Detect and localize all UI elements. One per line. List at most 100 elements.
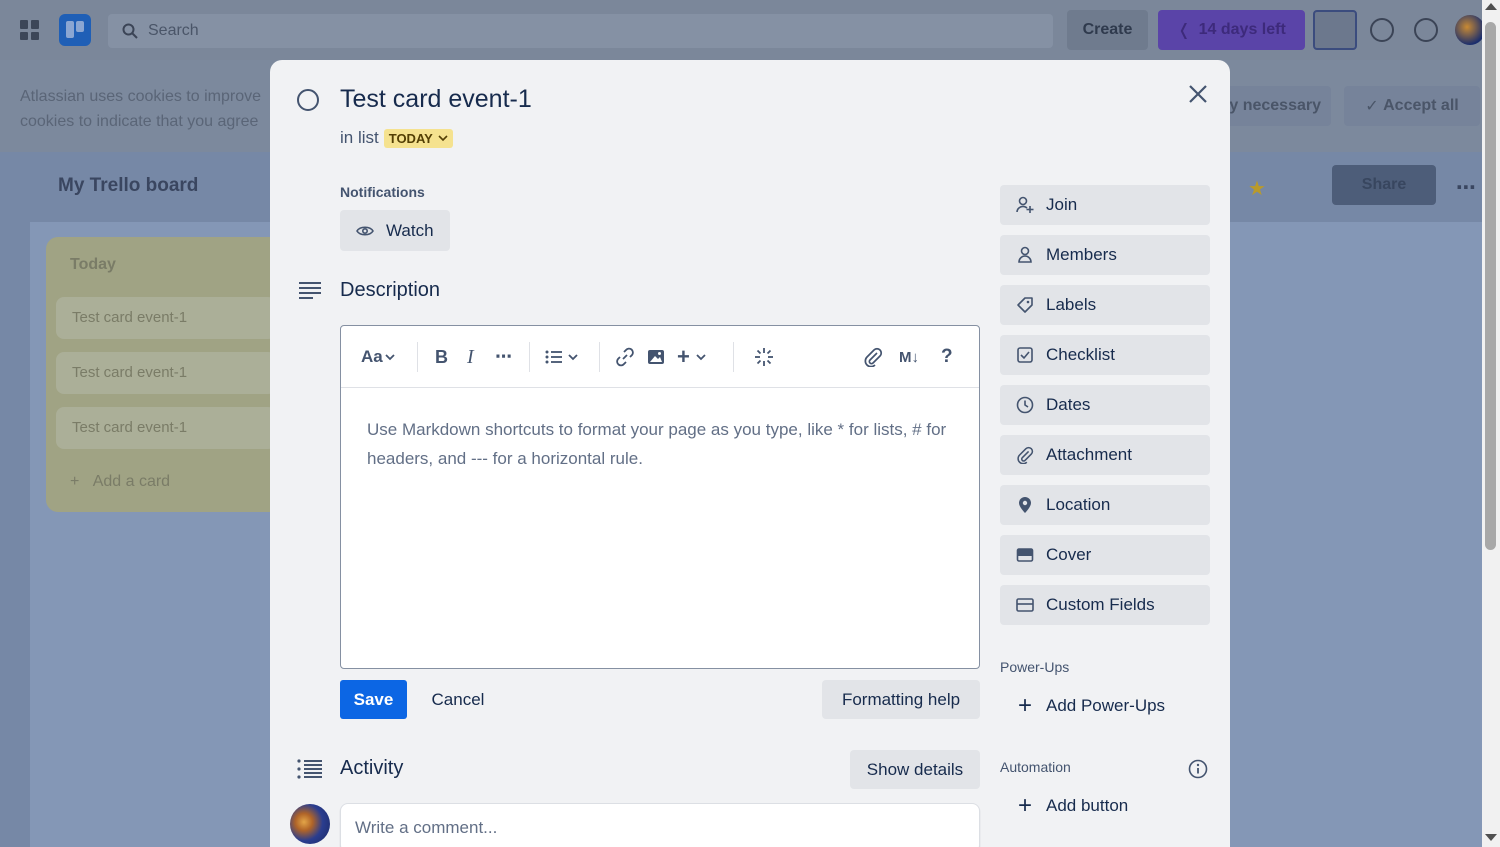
add-power-ups-label: Add Power-Ups xyxy=(1046,696,1166,715)
comment-input[interactable]: Write a comment... xyxy=(340,803,980,847)
plus-icon: + xyxy=(677,344,690,369)
description-editor[interactable]: Aa B I ⋯ + M↓ ? Use Markdown shortcuts t… xyxy=(340,325,980,669)
toolbar-separator xyxy=(417,342,418,372)
announcements-button[interactable] xyxy=(1313,10,1357,50)
add-card-label: Add a card xyxy=(92,473,171,490)
close-button[interactable] xyxy=(1180,76,1216,112)
notifications-icon[interactable] xyxy=(1370,18,1394,42)
text-style-label: Aa xyxy=(361,347,383,366)
list-card[interactable]: Test card event-1 xyxy=(56,407,276,449)
list-card[interactable]: Test card event-1 xyxy=(56,297,276,339)
labels-button[interactable]: Labels xyxy=(1000,285,1210,325)
clock-icon xyxy=(1016,396,1034,414)
text-style-dropdown[interactable]: Aa xyxy=(361,344,395,370)
list-title[interactable]: Today xyxy=(70,256,116,274)
attachment-label: Attachment xyxy=(1046,445,1132,464)
automation-label: Automation xyxy=(1000,759,1071,775)
attachment-button[interactable]: Attachment xyxy=(1000,435,1210,475)
board-title[interactable]: My Trello board xyxy=(58,175,198,197)
close-icon xyxy=(1189,85,1207,103)
formatting-help-button[interactable]: Formatting help xyxy=(822,680,980,719)
custom-fields-button[interactable]: Custom Fields xyxy=(1000,585,1210,625)
toolbar-separator xyxy=(599,342,600,372)
scrollbar-thumb[interactable] xyxy=(1485,22,1496,550)
notifications-label: Notifications xyxy=(340,184,425,200)
cancel-button[interactable]: Cancel xyxy=(418,680,498,719)
members-button[interactable]: Members xyxy=(1000,235,1210,275)
location-button[interactable]: Location xyxy=(1000,485,1210,525)
search-placeholder: Search xyxy=(148,22,199,39)
card-complete-toggle[interactable] xyxy=(297,89,319,111)
scroll-up-arrow-icon[interactable] xyxy=(1485,3,1497,10)
trello-logo[interactable] xyxy=(59,14,91,46)
add-power-ups-button[interactable]: + Add Power-Ups xyxy=(1000,686,1210,726)
custom-fields-icon xyxy=(1016,596,1034,614)
cookie-text-line2: cookies to indicate that you agree xyxy=(20,113,259,130)
account-avatar[interactable] xyxy=(1455,15,1485,45)
cover-button[interactable]: Cover xyxy=(1000,535,1210,575)
eye-icon xyxy=(356,225,374,236)
dates-label: Dates xyxy=(1046,395,1091,414)
list-card[interactable]: Test card event-1 xyxy=(56,352,276,394)
add-button-button[interactable]: + Add button xyxy=(1000,786,1210,826)
help-question-icon[interactable]: ? xyxy=(941,344,953,370)
create-button[interactable]: Create xyxy=(1067,10,1148,50)
bullet-list-icon xyxy=(545,350,562,364)
paperclip-icon xyxy=(1016,446,1034,464)
cookie-accept-all-button[interactable]: ✓ Accept all xyxy=(1344,86,1480,126)
list-name-badge[interactable]: TODAY xyxy=(383,128,453,148)
board-menu-icon[interactable]: ⋯ xyxy=(1456,175,1476,200)
power-ups-label: Power-Ups xyxy=(1000,659,1070,675)
toolbar-separator xyxy=(529,342,530,372)
link-icon[interactable] xyxy=(615,344,635,370)
markdown-icon[interactable]: M↓ xyxy=(899,344,919,370)
info-icon[interactable] xyxy=(1188,759,1208,779)
toolbar-separator xyxy=(733,342,734,372)
chevron-down-icon xyxy=(385,353,395,360)
watch-button[interactable]: Watch xyxy=(340,210,450,251)
labels-icon xyxy=(1016,296,1034,314)
list-dropdown[interactable] xyxy=(545,344,578,370)
checklist-button[interactable]: Checklist xyxy=(1000,335,1210,375)
plus-icon: + xyxy=(1017,792,1032,819)
cover-icon xyxy=(1016,546,1034,564)
paperclip-icon[interactable] xyxy=(863,344,883,370)
add-card-button[interactable]: + Add a card xyxy=(70,473,170,491)
checklist-label: Checklist xyxy=(1046,345,1115,364)
list-name: TODAY xyxy=(388,130,433,146)
labels-label: Labels xyxy=(1046,295,1097,314)
cookie-text-line1: Atlassian uses cookies to improve xyxy=(20,88,261,105)
share-button[interactable]: Share xyxy=(1332,165,1436,205)
help-icon[interactable] xyxy=(1414,18,1438,42)
more-formatting-icon[interactable]: ⋯ xyxy=(495,344,512,370)
description-placeholder: Use Markdown shortcuts to format your pa… xyxy=(367,420,947,468)
board-left-strip xyxy=(0,152,30,847)
scroll-down-arrow-icon[interactable] xyxy=(1485,834,1497,841)
join-icon xyxy=(1016,196,1034,214)
insert-dropdown[interactable]: + xyxy=(677,344,706,370)
app-switcher-icon[interactable] xyxy=(20,20,40,40)
card-title[interactable]: Test card event-1 xyxy=(340,85,532,114)
plus-icon: + xyxy=(1017,692,1032,719)
watch-label: Watch xyxy=(386,220,434,240)
image-icon[interactable] xyxy=(647,344,665,370)
ai-sparkle-icon[interactable] xyxy=(753,344,775,370)
search-input[interactable]: Search xyxy=(108,14,1053,48)
chevron-down-icon xyxy=(568,353,578,360)
star-icon[interactable]: ★ xyxy=(1248,176,1266,201)
join-button[interactable]: Join xyxy=(1000,185,1210,225)
bold-icon[interactable]: B xyxy=(435,344,448,370)
members-label: Members xyxy=(1046,245,1117,264)
dates-button[interactable]: Dates xyxy=(1000,385,1210,425)
search-icon xyxy=(122,23,138,39)
description-icon xyxy=(299,282,321,299)
location-label: Location xyxy=(1046,495,1111,514)
activity-icon xyxy=(297,759,322,779)
italic-icon[interactable]: I xyxy=(467,344,474,370)
trial-icon: ❬ xyxy=(1177,22,1191,39)
location-pin-icon xyxy=(1016,496,1034,514)
show-details-button[interactable]: Show details xyxy=(850,750,980,789)
activity-heading: Activity xyxy=(340,757,404,779)
trial-button[interactable]: ❬ 14 days left xyxy=(1158,10,1305,50)
save-button[interactable]: Save xyxy=(340,680,407,719)
